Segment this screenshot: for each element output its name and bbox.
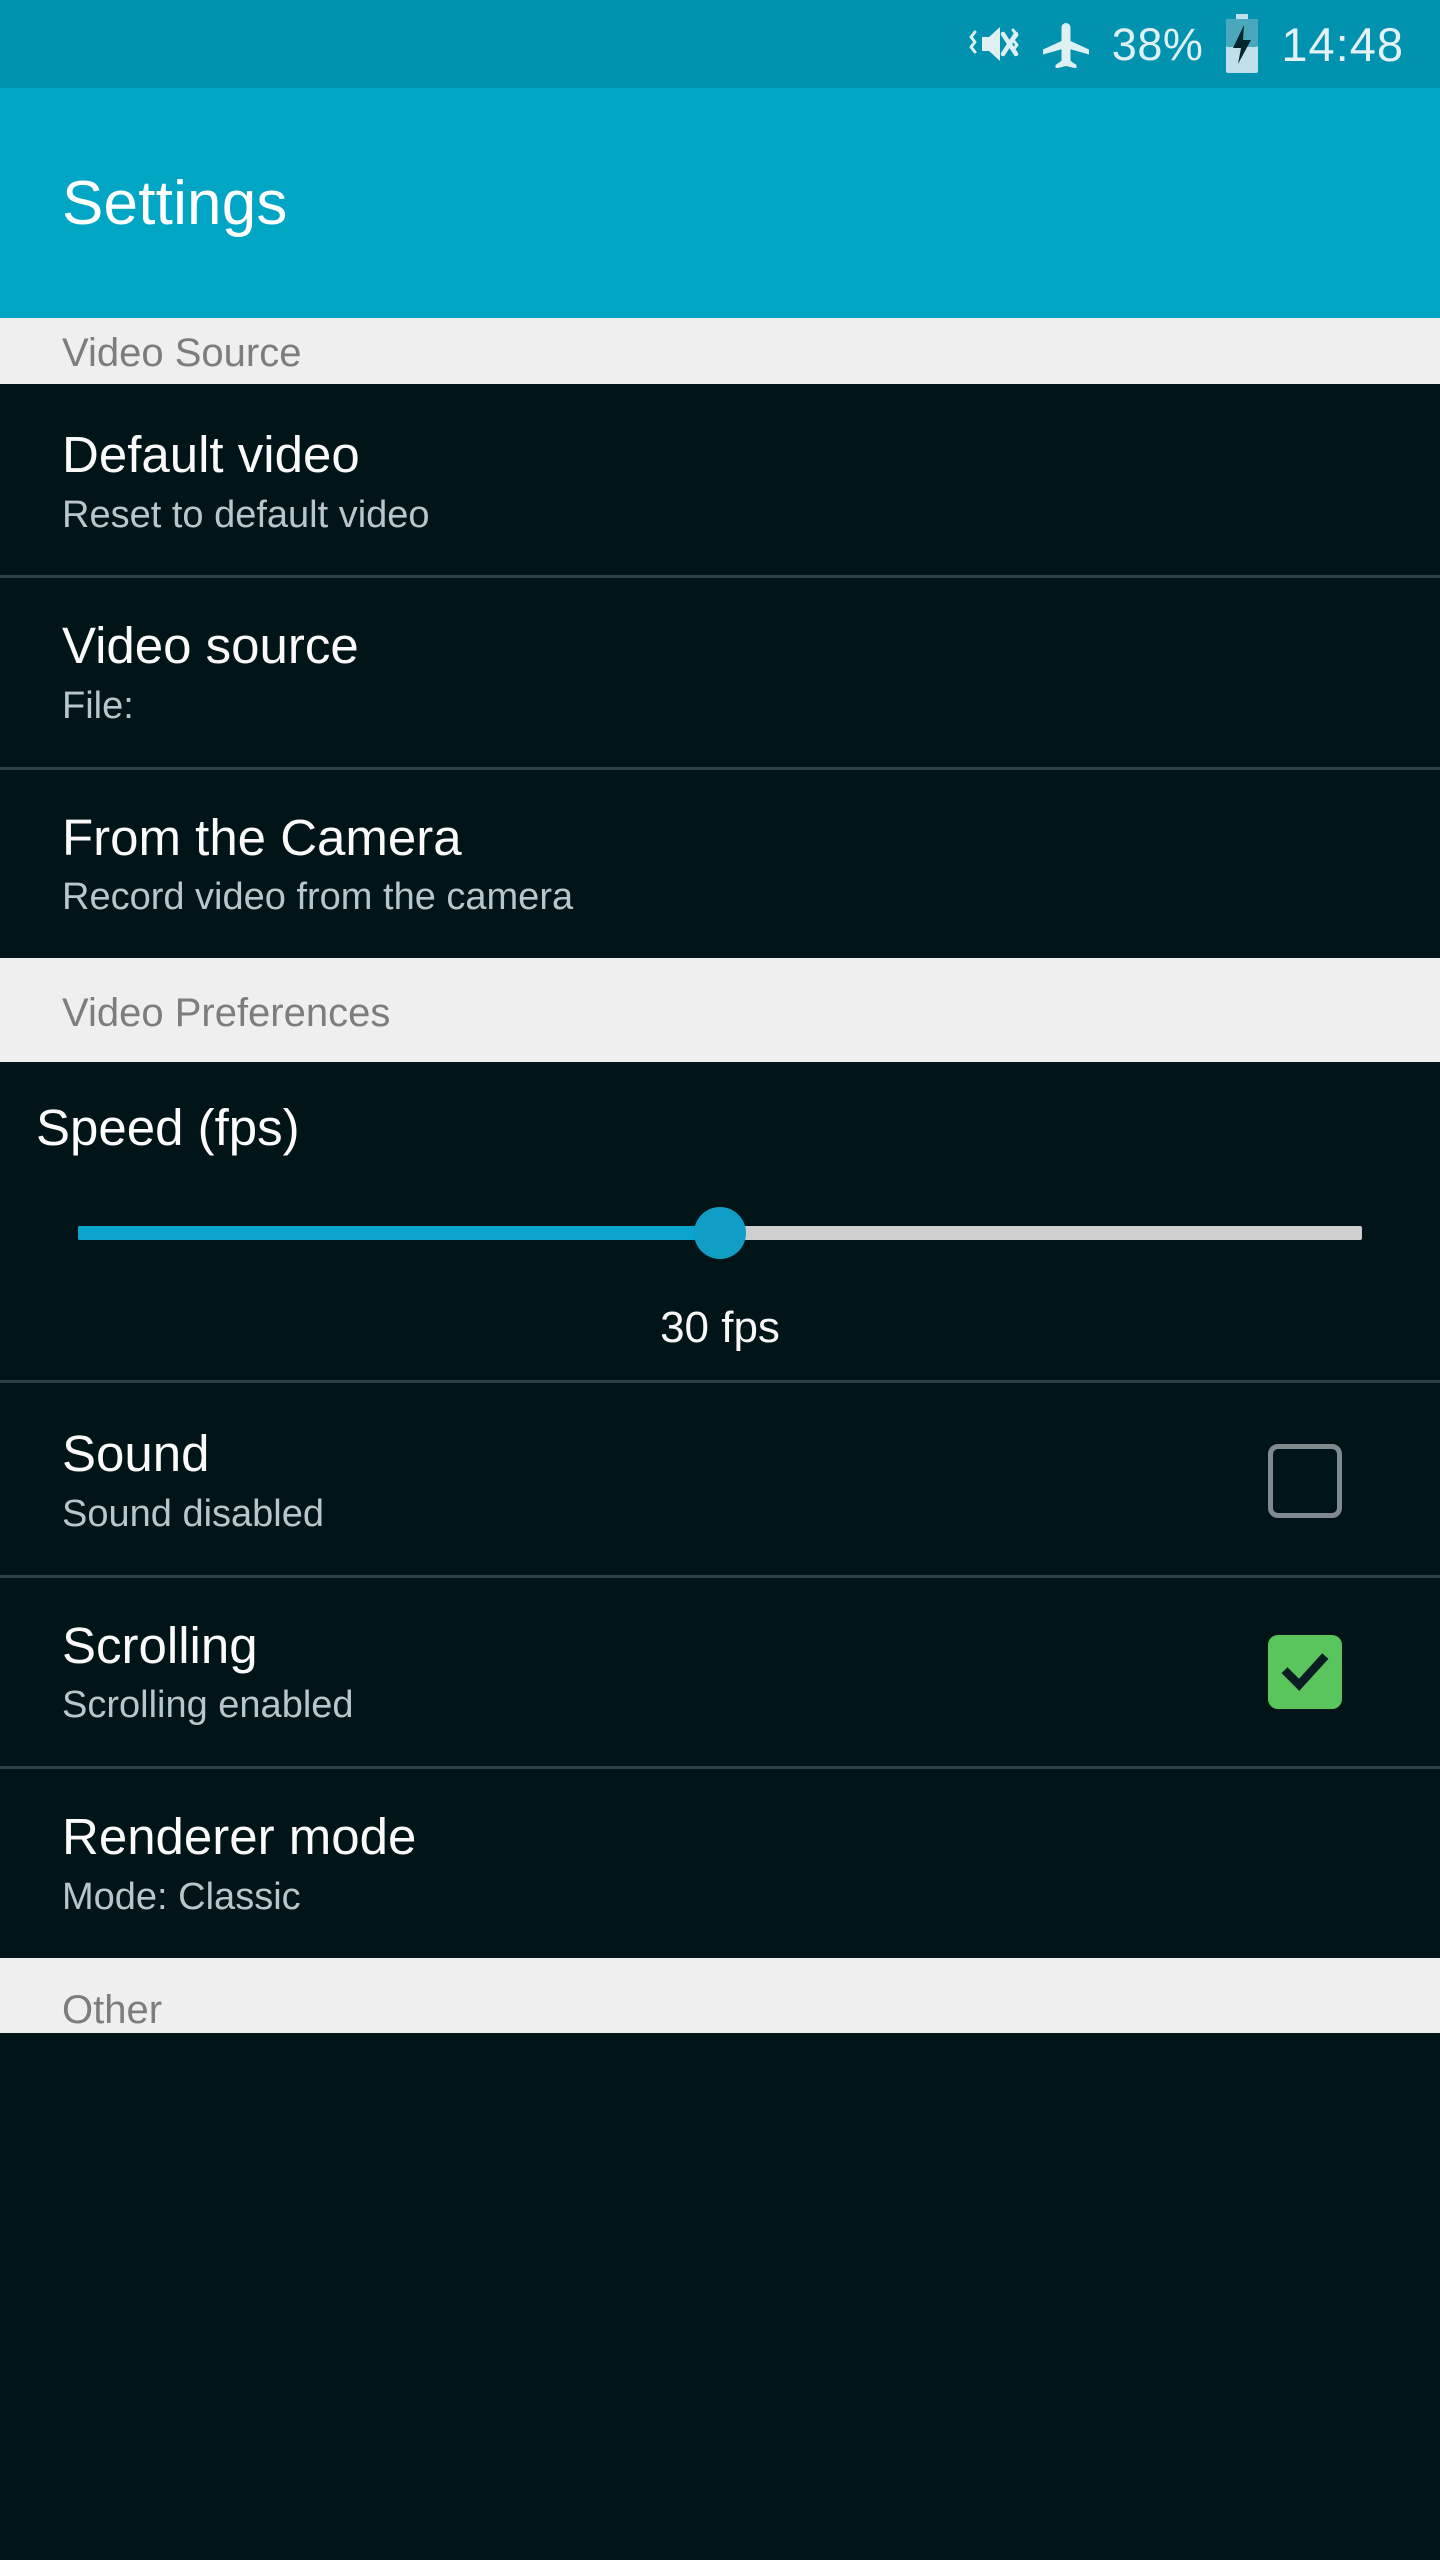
seekbar-thumb[interactable] <box>694 1207 746 1260</box>
battery-charging-icon <box>1223 14 1261 74</box>
airplane-mode-icon <box>1040 20 1092 68</box>
list-item-scrolling[interactable]: Scrolling Scrolling enabled <box>0 1574 1440 1767</box>
list-item-subtitle: Record video from the camera <box>62 876 574 919</box>
action-bar: Settings <box>0 88 1440 318</box>
battery-percent-label: 38% <box>1111 18 1204 70</box>
scrolling-checkbox[interactable] <box>1268 1635 1342 1710</box>
sound-checkbox[interactable] <box>1268 1444 1342 1519</box>
list-item-subtitle: Scrolling enabled <box>62 1684 354 1727</box>
list-item-renderer-mode[interactable]: Renderer mode Mode: Classic <box>0 1766 1440 1958</box>
list-item-title: Default video <box>62 426 360 483</box>
settings-list[interactable]: Video Source Default video Reset to defa… <box>0 318 1440 2033</box>
status-bar-clock: 14:48 <box>1281 17 1404 71</box>
speed-seekbar[interactable] <box>78 1203 1362 1263</box>
list-item-title: From the Camera <box>62 808 462 866</box>
seekbar-fill <box>78 1226 720 1241</box>
list-item-video-source[interactable]: Video source File: <box>0 575 1440 767</box>
list-item-title: Renderer mode <box>62 1808 417 1866</box>
section-header-video-source: Video Source <box>0 318 1440 384</box>
section-header-other: Other <box>0 1957 1440 2033</box>
list-item-sound[interactable]: Sound Sound disabled <box>0 1383 1440 1575</box>
seekbar-value-label: 30 fps <box>660 1303 780 1353</box>
list-item-subtitle: Mode: Classic <box>62 1875 301 1918</box>
list-item-subtitle: Sound disabled <box>62 1492 324 1535</box>
vibrate-mute-icon <box>968 21 1020 67</box>
checkmark-icon <box>1281 1653 1329 1692</box>
list-item-default-video[interactable]: Default video Reset to default video <box>0 384 1440 576</box>
list-item-title: Video source <box>62 617 359 675</box>
list-item-subtitle: Reset to default video <box>62 493 430 536</box>
status-bar: 38% 14:48 <box>0 0 1440 88</box>
list-item-subtitle: File: <box>62 684 134 727</box>
list-item-from-the-camera[interactable]: From the Camera Record video from the ca… <box>0 766 1440 959</box>
settings-screen: 38% 14:48 Settings Video Source Default … <box>0 0 1440 2560</box>
list-item-speed-fps[interactable]: Speed (fps) 30 fps <box>0 1062 1440 1384</box>
section-header-video-preferences: Video Preferences <box>0 958 1440 1063</box>
list-item-title: Scrolling <box>62 1616 258 1674</box>
page-title: Settings <box>62 168 288 238</box>
seekbar-label: Speed (fps) <box>36 1099 300 1157</box>
list-item-title: Sound <box>62 1425 210 1483</box>
